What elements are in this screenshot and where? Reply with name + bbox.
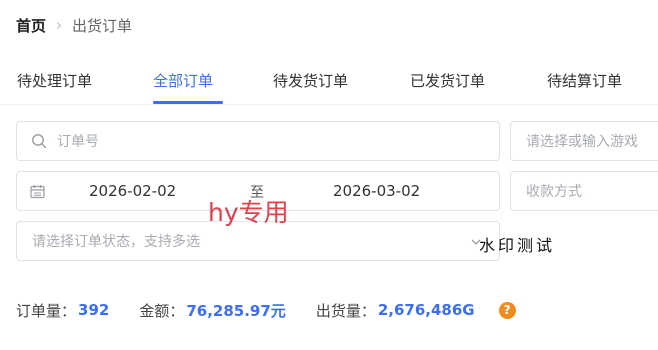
- tab-to-settle[interactable]: 待结算订单: [547, 70, 622, 91]
- payment-method-placeholder: 收款方式: [526, 184, 582, 200]
- breadcrumb: 首页 › 出货订单: [16, 14, 132, 36]
- tab-all[interactable]: 全部订单: [153, 70, 213, 91]
- help-icon[interactable]: ?: [498, 301, 516, 319]
- tab-pending[interactable]: 待处理订单: [17, 70, 92, 91]
- order-count-value: 392: [78, 301, 110, 319]
- amount-value: 76,285.97元: [186, 301, 286, 320]
- calendar-icon: [30, 185, 45, 199]
- tab-to-ship[interactable]: 待发货订单: [273, 70, 348, 91]
- page: 首页 › 出货订单 待处理订单 全部订单 待发货订单 已发货订单 待结算订单 订…: [0, 0, 658, 350]
- order-number-input[interactable]: 订单号: [16, 121, 500, 161]
- shipped-label: 出货量：: [315, 301, 376, 320]
- order-summary: 订单量： 392 金额： 76,285.97元 出货量： 2,676,486G …: [16, 299, 516, 321]
- search-icon: [32, 134, 47, 149]
- order-number-placeholder: 订单号: [57, 134, 99, 150]
- tab-shipped[interactable]: 已发货订单: [410, 70, 485, 91]
- active-tab-indicator: [153, 101, 223, 104]
- breadcrumb-current: 出货订单: [72, 16, 133, 35]
- red-stamp-text: hy专用: [208, 198, 289, 227]
- amount-label: 金额：: [139, 301, 185, 320]
- date-end[interactable]: 2026-03-02: [333, 182, 420, 200]
- payment-method-select[interactable]: 收款方式: [510, 171, 658, 211]
- watermark-text: 水印测试: [479, 236, 556, 255]
- game-select[interactable]: 请选择或输入游戏: [510, 121, 658, 161]
- order-tabs: 待处理订单 全部订单 待发货订单 已发货订单 待结算订单: [0, 58, 658, 105]
- date-start[interactable]: 2026-02-02: [89, 182, 176, 200]
- order-count-label: 订单量：: [16, 301, 77, 320]
- breadcrumb-separator-icon: ›: [56, 16, 63, 34]
- shipped-value: 2,676,486G: [377, 301, 475, 319]
- order-status-placeholder: 请选择订单状态，支持多选: [32, 234, 200, 250]
- game-select-placeholder: 请选择或输入游戏: [526, 134, 638, 150]
- breadcrumb-home[interactable]: 首页: [16, 15, 46, 36]
